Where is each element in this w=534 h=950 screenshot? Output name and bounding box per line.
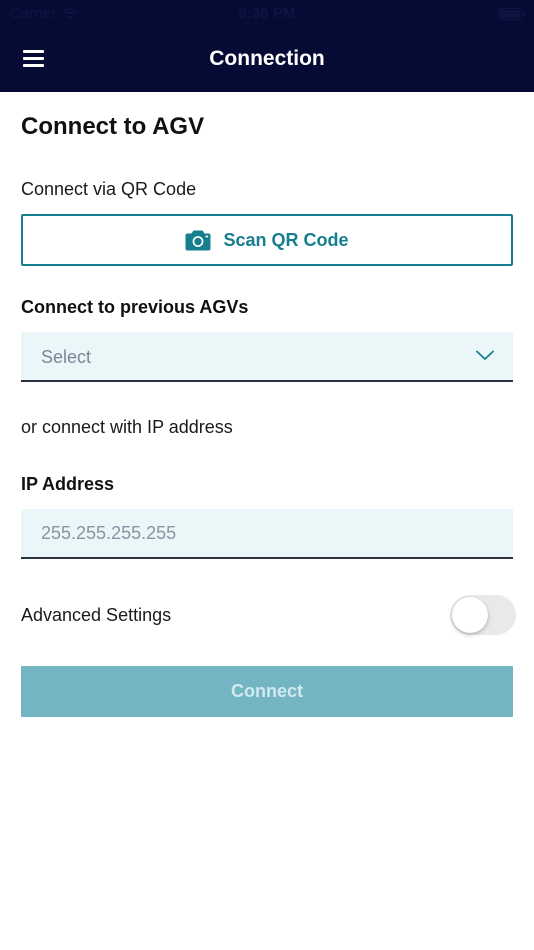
select-value: Select (41, 347, 92, 367)
navigation-header: Carrier 8:36 PM Connection (0, 0, 534, 92)
page-title: Connect to AGV (21, 113, 205, 140)
chevron-down-icon (476, 350, 494, 360)
header-title: Connection (209, 47, 325, 70)
advanced-settings-toggle[interactable] (450, 595, 516, 635)
scan-qr-code-label: Scan QR Code (223, 229, 349, 250)
battery-icon (498, 8, 525, 20)
toggle-knob (452, 597, 488, 633)
previous-agvs-label: Connect to previous AGVs (21, 297, 249, 317)
camera-icon (185, 230, 211, 250)
status-bar: Carrier 8:36 PM (0, 0, 534, 28)
status-time: 8:36 PM (238, 5, 296, 22)
ip-intro-text: or connect with IP address (21, 417, 233, 437)
qr-section-label: Connect via QR Code (21, 179, 197, 199)
previous-agv-select[interactable]: Select (21, 332, 513, 382)
ip-address-input[interactable] (21, 509, 513, 559)
ip-address-label: IP Address (21, 474, 115, 494)
scan-qr-code-button[interactable]: Scan QR Code (21, 214, 513, 266)
connect-button[interactable]: Connect (21, 666, 513, 717)
advanced-settings-label: Advanced Settings (21, 605, 172, 625)
